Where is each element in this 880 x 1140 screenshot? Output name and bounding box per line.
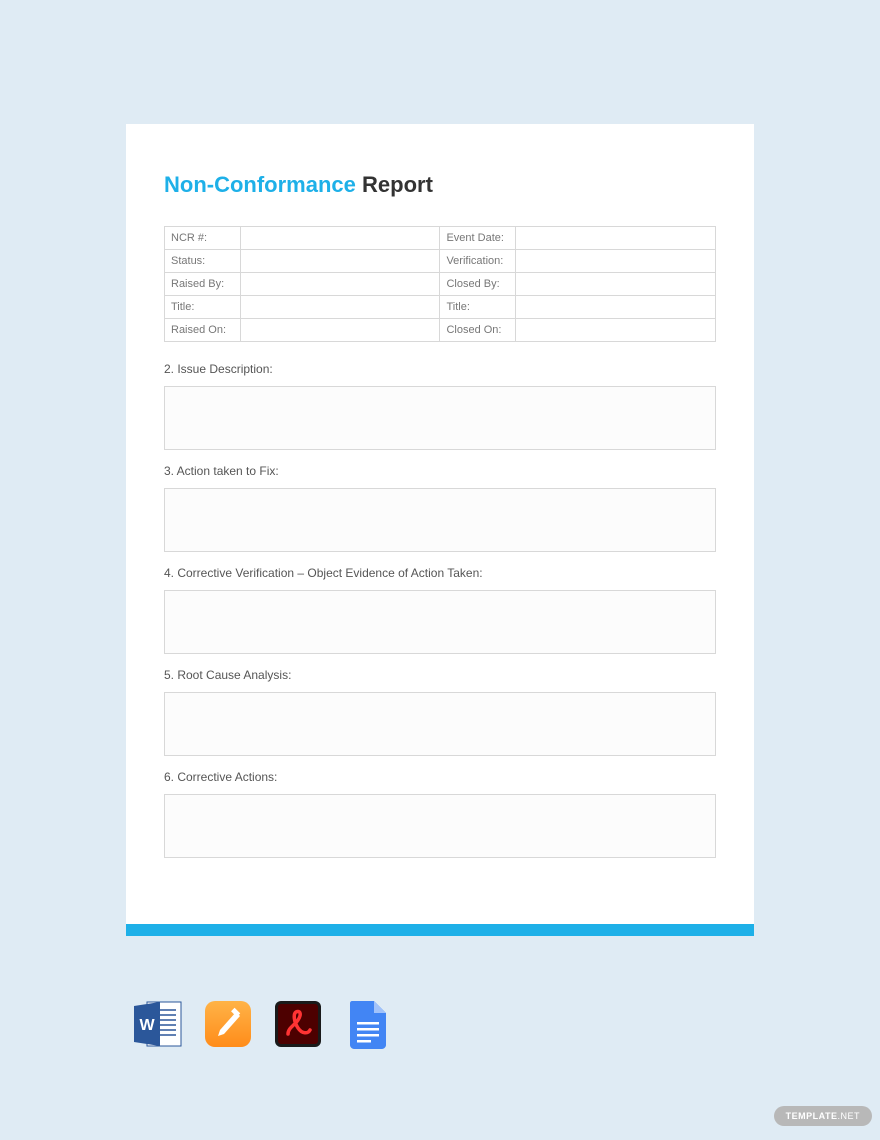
svg-text:W: W bbox=[139, 1017, 155, 1034]
app-icons-row: W bbox=[132, 998, 394, 1050]
word-icon[interactable]: W bbox=[132, 998, 184, 1050]
google-docs-icon[interactable] bbox=[342, 998, 394, 1050]
value-raised-by[interactable] bbox=[240, 273, 440, 296]
section-corrective-actions-label: 6. Corrective Actions: bbox=[164, 770, 716, 784]
value-title-1[interactable] bbox=[240, 296, 440, 319]
table-row: Raised By: Closed By: bbox=[165, 273, 716, 296]
value-raised-on[interactable] bbox=[240, 319, 440, 342]
section-issue-description-label: 2. Issue Description: bbox=[164, 362, 716, 376]
value-verification[interactable] bbox=[516, 250, 716, 273]
table-row: Raised On: Closed On: bbox=[165, 319, 716, 342]
accent-bar bbox=[126, 924, 754, 936]
corrective-actions-box[interactable] bbox=[164, 794, 716, 858]
value-event-date[interactable] bbox=[516, 227, 716, 250]
watermark-badge: TEMPLATE.NET bbox=[774, 1106, 872, 1126]
label-raised-on: Raised On: bbox=[165, 319, 241, 342]
label-closed-by: Closed By: bbox=[440, 273, 516, 296]
label-closed-on: Closed On: bbox=[440, 319, 516, 342]
value-closed-by[interactable] bbox=[516, 273, 716, 296]
metadata-table: NCR #: Event Date: Status: Verification:… bbox=[164, 226, 716, 342]
page-title: Non-Conformance Report bbox=[164, 172, 716, 198]
action-taken-box[interactable] bbox=[164, 488, 716, 552]
label-status: Status: bbox=[165, 250, 241, 273]
value-ncr[interactable] bbox=[240, 227, 440, 250]
section-action-taken-label: 3. Action taken to Fix: bbox=[164, 464, 716, 478]
value-closed-on[interactable] bbox=[516, 319, 716, 342]
label-verification: Verification: bbox=[440, 250, 516, 273]
label-ncr: NCR #: bbox=[165, 227, 241, 250]
label-title-2: Title: bbox=[440, 296, 516, 319]
root-cause-box[interactable] bbox=[164, 692, 716, 756]
watermark-bold: TEMPLATE bbox=[786, 1111, 838, 1121]
watermark-thin: .NET bbox=[837, 1111, 860, 1121]
table-row: Title: Title: bbox=[165, 296, 716, 319]
section-root-cause-label: 5. Root Cause Analysis: bbox=[164, 668, 716, 682]
title-highlight: Non-Conformance bbox=[164, 172, 356, 197]
label-raised-by: Raised By: bbox=[165, 273, 241, 296]
label-title-1: Title: bbox=[165, 296, 241, 319]
table-row: NCR #: Event Date: bbox=[165, 227, 716, 250]
value-title-2[interactable] bbox=[516, 296, 716, 319]
pages-icon[interactable] bbox=[202, 998, 254, 1050]
corrective-verification-box[interactable] bbox=[164, 590, 716, 654]
label-event-date: Event Date: bbox=[440, 227, 516, 250]
issue-description-box[interactable] bbox=[164, 386, 716, 450]
value-status[interactable] bbox=[240, 250, 440, 273]
document-page: Non-Conformance Report NCR #: Event Date… bbox=[126, 124, 754, 924]
section-corrective-verification-label: 4. Corrective Verification – Object Evid… bbox=[164, 566, 716, 580]
table-row: Status: Verification: bbox=[165, 250, 716, 273]
title-rest: Report bbox=[356, 172, 433, 197]
pdf-icon[interactable] bbox=[272, 998, 324, 1050]
